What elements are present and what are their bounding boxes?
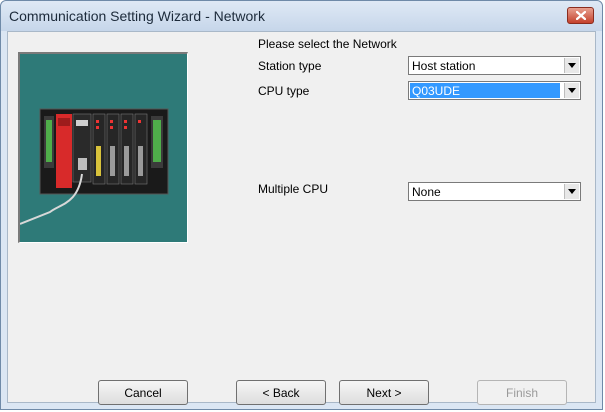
cancel-button[interactable]: Cancel	[98, 380, 188, 405]
plc-rack-illustration	[18, 52, 188, 243]
cpu-type-label: CPU type	[258, 84, 310, 98]
multiple-cpu-value: None	[412, 185, 441, 199]
cpu-type-select[interactable]: Q03UDE	[408, 81, 581, 100]
close-icon	[575, 11, 586, 20]
cpu-type-value: Q03UDE	[410, 83, 560, 98]
close-button[interactable]	[567, 7, 594, 24]
multiple-cpu-label: Multiple CPU	[258, 182, 329, 196]
station-type-value: Host station	[412, 59, 476, 73]
wizard-window: Communication Setting Wizard - Network P…	[0, 0, 603, 410]
form-heading: Please select the Network	[258, 37, 397, 51]
multiple-cpu-select[interactable]: None	[408, 182, 581, 201]
next-button[interactable]: Next >	[339, 380, 429, 405]
window-title: Communication Setting Wizard - Network	[9, 8, 265, 24]
station-type-select[interactable]: Host station	[408, 56, 581, 75]
chevron-down-icon[interactable]	[564, 58, 579, 73]
station-type-label: Station type	[258, 59, 322, 73]
wizard-content: Please select the Network Station type H…	[7, 31, 596, 405]
back-button[interactable]: < Back	[236, 380, 326, 405]
finish-button[interactable]: Finish	[477, 380, 567, 405]
title-bar[interactable]: Communication Setting Wizard - Network	[1, 1, 602, 31]
plc-rack-icon	[19, 108, 169, 225]
chevron-down-icon[interactable]	[564, 184, 579, 199]
chevron-down-icon[interactable]	[564, 83, 579, 98]
